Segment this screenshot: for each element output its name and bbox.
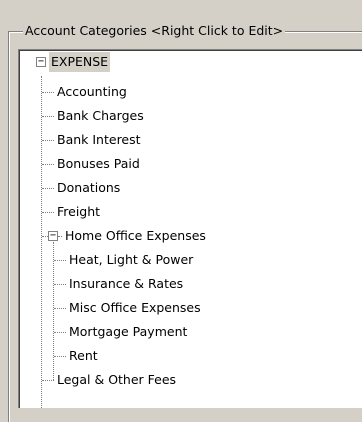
account-categories-tree[interactable]: − EXPENSE Accounting Bank Charges Bank I… <box>18 49 362 408</box>
tree-node-heat-light-power[interactable]: Heat, Light & Power <box>67 250 195 270</box>
tree-connector <box>54 284 66 285</box>
tree-node-bonuses-paid[interactable]: Bonuses Paid <box>55 154 142 174</box>
tree-connector <box>42 380 54 381</box>
tree-connector <box>42 116 54 117</box>
tree-node-insurance-rates[interactable]: Insurance & Rates <box>67 274 185 294</box>
tree-connector <box>54 308 66 309</box>
tree-node-freight[interactable]: Freight <box>55 202 102 222</box>
tree-node-bank-charges[interactable]: Bank Charges <box>55 106 146 126</box>
tree-connector <box>54 356 66 357</box>
tree-node-accounting[interactable]: Accounting <box>55 82 129 102</box>
tree-node-mortgage-payment[interactable]: Mortgage Payment <box>67 322 189 342</box>
tree-connector <box>58 236 62 237</box>
groupbox-title: Account Categories <Right Click to Edit> <box>23 23 286 38</box>
tree-connector <box>54 260 66 261</box>
tree-connector <box>54 332 66 333</box>
tree-node-rent[interactable]: Rent <box>67 346 100 366</box>
tree-connector <box>42 92 54 93</box>
collapse-home-office-icon[interactable]: − <box>48 231 58 241</box>
tree-guide-line <box>41 76 42 408</box>
tree-node-expense[interactable]: EXPENSE <box>49 52 111 72</box>
tree-connector <box>42 188 54 189</box>
collapse-expense-icon[interactable]: − <box>36 57 46 67</box>
tree-connector <box>42 212 54 213</box>
tree-node-misc-office-expenses[interactable]: Misc Office Expenses <box>67 298 203 318</box>
tree-node-bank-interest[interactable]: Bank Interest <box>55 130 143 150</box>
tree-connector <box>42 140 54 141</box>
tree-guide-line <box>53 242 54 380</box>
tree-node-legal-other-fees[interactable]: Legal & Other Fees <box>55 370 178 390</box>
tree-node-donations[interactable]: Donations <box>55 178 122 198</box>
tree-node-home-office-expenses[interactable]: Home Office Expenses <box>63 226 208 246</box>
tree-connector <box>42 164 54 165</box>
